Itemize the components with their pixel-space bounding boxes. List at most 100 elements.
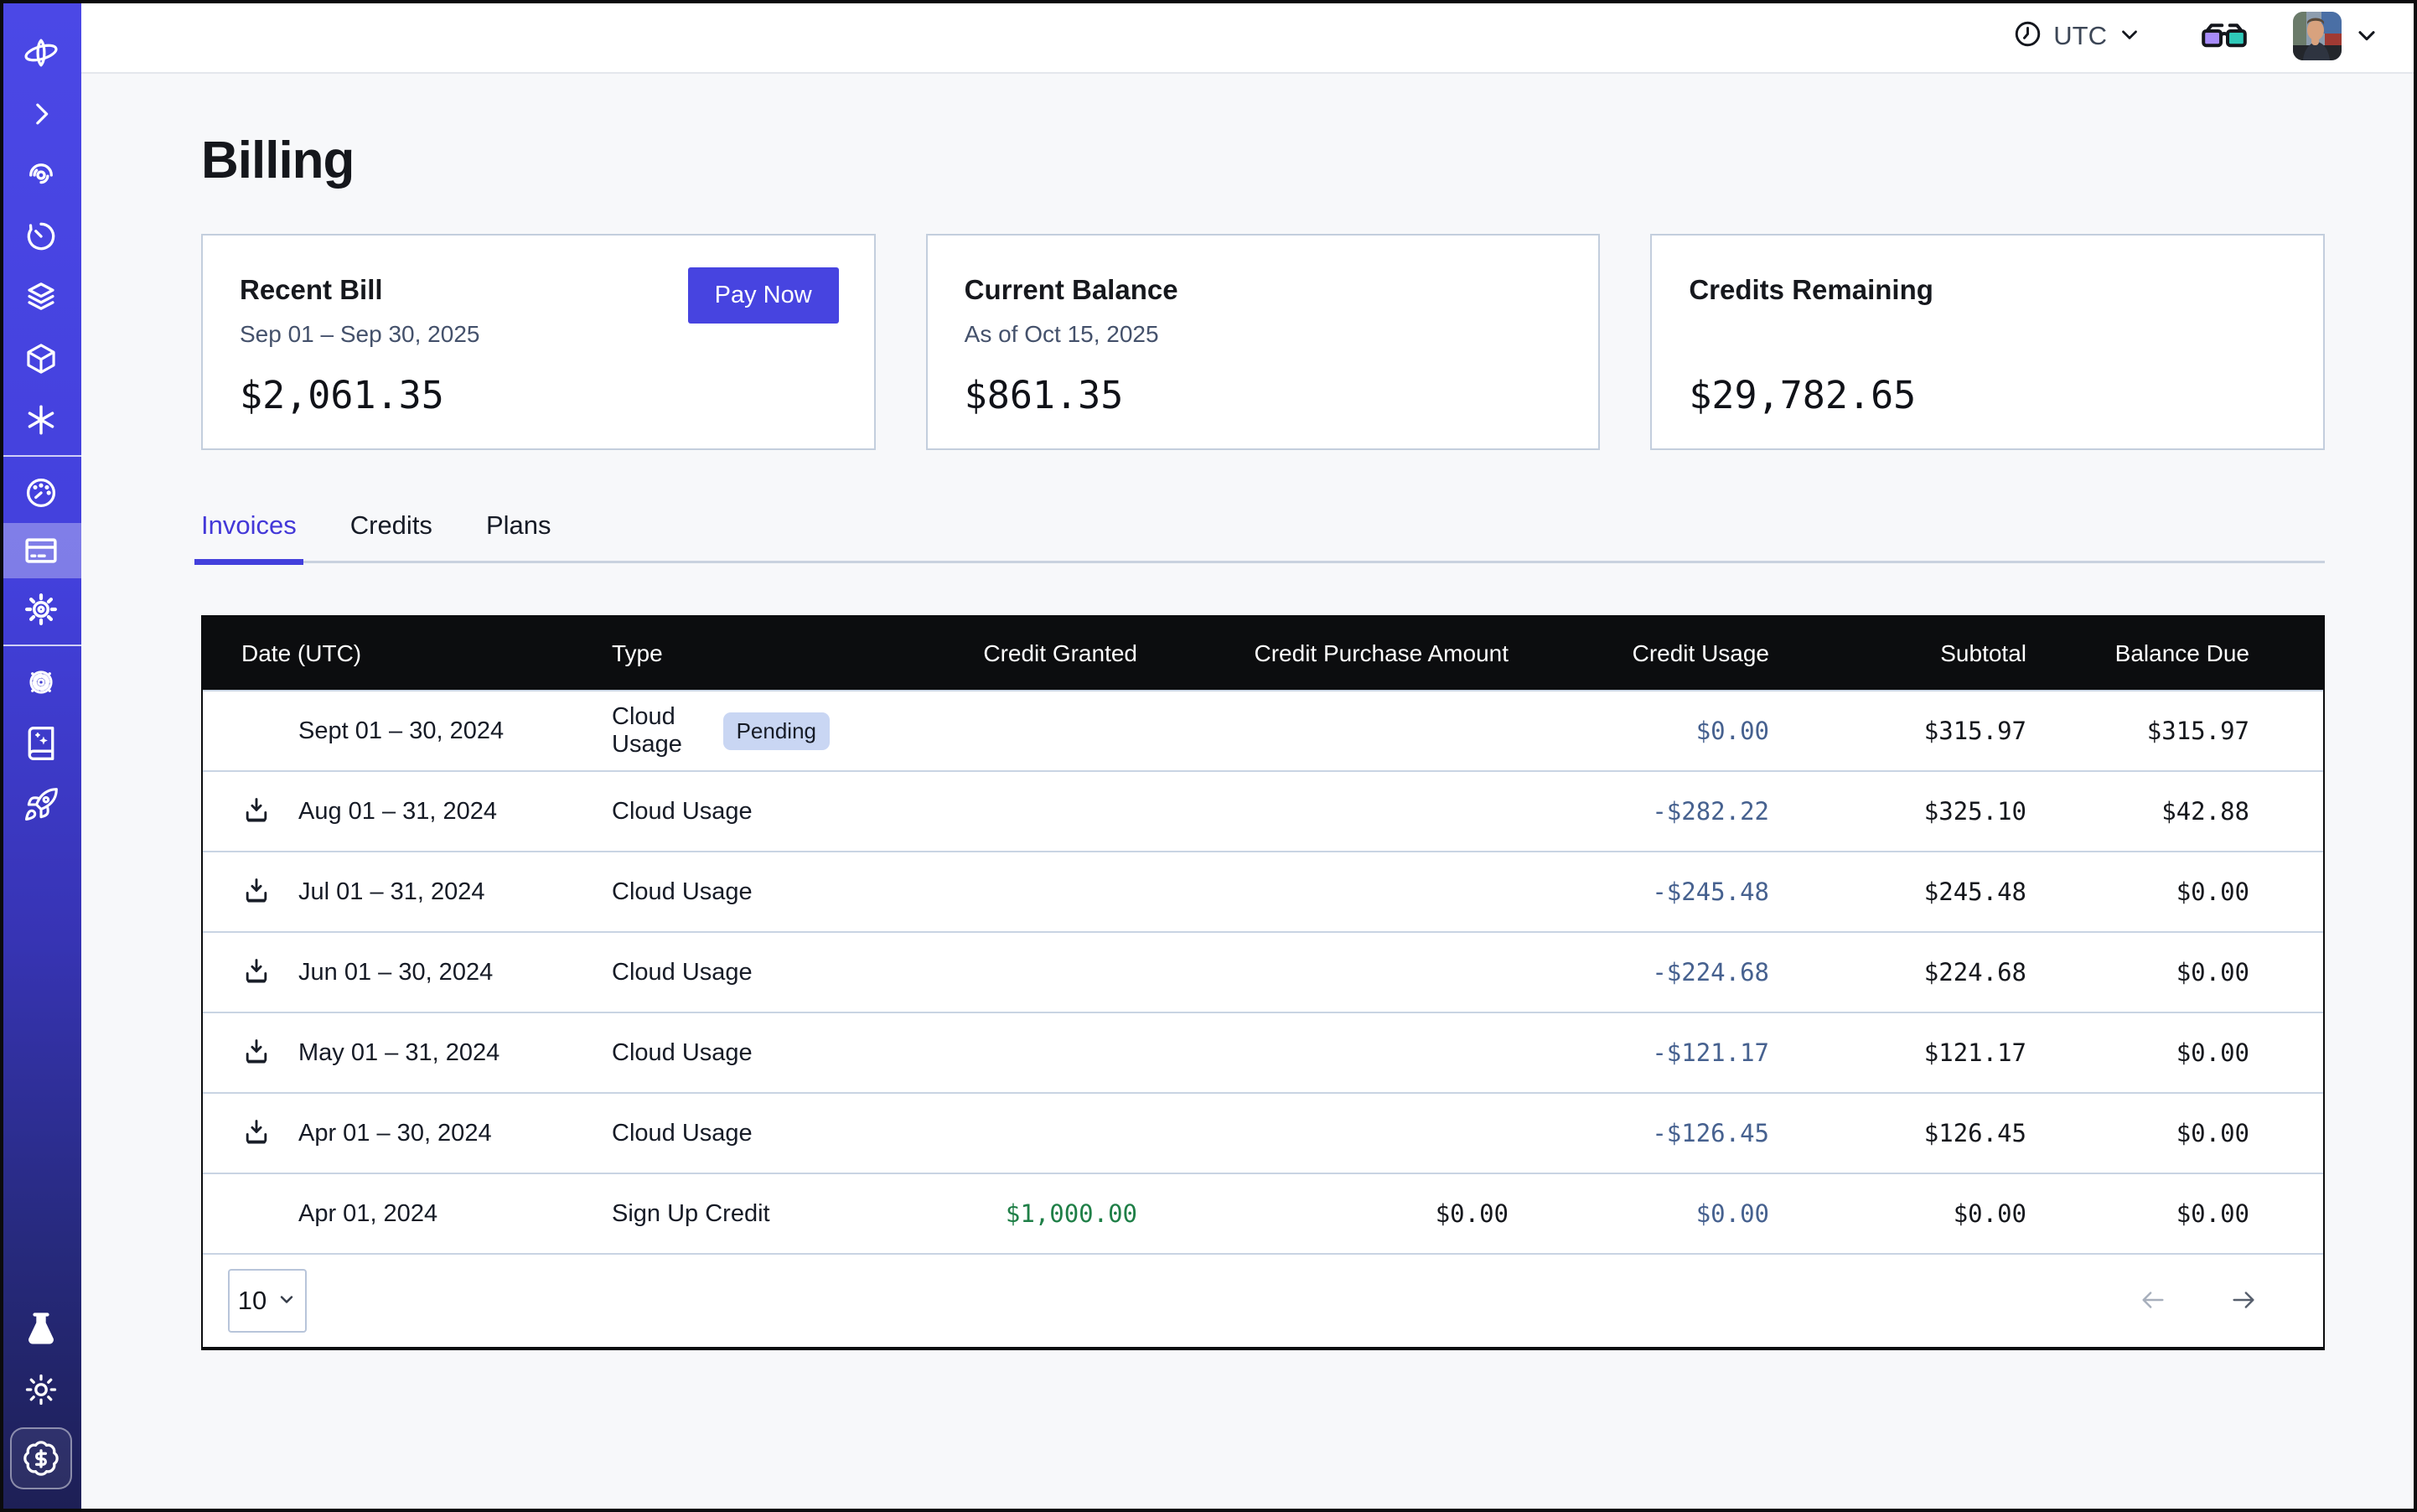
sidebar-item-usage-gauge[interactable] (0, 462, 81, 523)
download-invoice-button[interactable] (241, 1117, 272, 1150)
chevron-down-icon (277, 1286, 297, 1316)
clock-icon (2012, 18, 2043, 54)
recent-bill-amount: $2,061.35 (240, 373, 837, 417)
download-invoice-button[interactable] (241, 956, 272, 989)
pay-now-button[interactable]: Pay Now (688, 267, 839, 324)
download-invoice-button[interactable] (241, 795, 272, 828)
sidebar-divider (0, 455, 81, 457)
orbit-logo-icon (21, 33, 61, 73)
subtotal-value: $121.17 (1769, 1038, 2026, 1067)
flask-icon (23, 1310, 60, 1347)
next-page-button[interactable] (2224, 1286, 2263, 1317)
previous-page-button[interactable] (2134, 1286, 2172, 1317)
credit-usage-value: -$126.45 (1509, 1119, 1769, 1147)
invoice-type: Sign Up Credit (612, 1200, 770, 1228)
summary-cards: Recent Bill Sep 01 – Sep 30, 2025 $2,061… (201, 234, 2325, 450)
tab-invoices[interactable]: Invoices (201, 510, 297, 561)
user-avatar[interactable] (2293, 12, 2342, 60)
account-menu-button[interactable] (2353, 22, 2380, 51)
col-balance-due: Balance Due (2026, 640, 2326, 667)
invoice-date-cell: Jun 01 – 30, 2024 (203, 956, 612, 989)
download-invoice-button[interactable] (241, 876, 272, 909)
balance-due-value: $0.00 (2026, 1199, 2326, 1228)
3d-view-button[interactable] (2201, 21, 2248, 52)
billing-period: Sep 01 – Sep 30, 2025 (240, 321, 837, 350)
sidebar-collapse-button[interactable] (0, 83, 81, 144)
sidebar-item-getting-started[interactable] (0, 774, 81, 835)
recent-bill-card: Recent Bill Sep 01 – Sep 30, 2025 $2,061… (201, 234, 876, 450)
sidebar-item-helm[interactable] (0, 651, 81, 712)
invoice-type-cell: Cloud Usage (612, 798, 830, 826)
sidebar-item-timer[interactable] (0, 205, 81, 267)
credit-usage-value: $0.00 (1509, 717, 1769, 745)
invoice-date-cell: May 01 – 31, 2024 (203, 1037, 612, 1069)
helm-wheel-icon (23, 664, 60, 701)
table-footer: 10 (203, 1253, 2323, 1347)
book-sparkle-icon (23, 725, 60, 762)
chevron-down-icon (2353, 22, 2380, 51)
card-sub-spacer (1689, 321, 2286, 350)
page-size-select[interactable]: 10 (228, 1269, 307, 1333)
sidebar-item-cube[interactable] (0, 328, 81, 389)
sidebar-item-settings[interactable] (0, 578, 81, 639)
sidebar-item-layers[interactable] (0, 267, 81, 328)
balance-due-value: $42.88 (2026, 797, 2326, 826)
main-content: Billing Recent Bill Sep 01 – Sep 30, 202… (81, 75, 2417, 1512)
layers-icon (23, 279, 60, 316)
invoice-type-cell: Cloud Usage (612, 1120, 830, 1147)
invoice-date-cell: Jul 01 – 31, 2024 (203, 876, 612, 909)
invoice-type-cell: Cloud Usage (612, 1039, 830, 1067)
cyclone-icon (23, 157, 60, 194)
status-badge: Pending (723, 712, 830, 750)
col-type: Type (612, 640, 830, 667)
page-size-value: 10 (238, 1286, 267, 1316)
invoice-date-cell: Apr 01 – 30, 2024 (203, 1117, 612, 1150)
col-credit-purchase: Credit Purchase Amount (1137, 640, 1509, 667)
sidebar-item-experiments[interactable] (0, 1297, 81, 1359)
asterisk-icon (23, 401, 60, 438)
invoice-row: Apr 01, 2024Sign Up Credit$1,000.00$0.00… (203, 1173, 2323, 1253)
app-logo[interactable] (0, 22, 81, 83)
invoice-date-cell: Aug 01 – 31, 2024 (203, 795, 612, 828)
invoice-row: Jul 01 – 31, 2024Cloud Usage-$245.48$245… (203, 851, 2323, 931)
invoice-type-cell: Cloud Usage (612, 959, 830, 986)
balance-due-value: $0.00 (2026, 1038, 2326, 1067)
theme-toggle[interactable] (0, 1359, 81, 1420)
credit-granted-value: $1,000.00 (830, 1199, 1137, 1228)
sidebar-item-cyclone[interactable] (0, 144, 81, 205)
table-header-row: Date (UTC) Type Credit Granted Credit Pu… (203, 617, 2323, 690)
cube-icon (23, 341, 59, 376)
sidebar-item-asterisk[interactable] (0, 389, 81, 450)
3d-glasses-icon (2201, 21, 2248, 52)
sun-icon (23, 1371, 60, 1408)
table-body: Sept 01 – 30, 2024Cloud UsagePending$0.0… (203, 690, 2323, 1253)
col-date: Date (UTC) (203, 640, 612, 667)
timezone-label: UTC (2053, 21, 2107, 51)
sidebar-item-docs[interactable] (0, 712, 81, 774)
invoice-type: Cloud Usage (612, 878, 753, 906)
credit-usage-value: $0.00 (1509, 1199, 1769, 1228)
credits-remaining-card: Credits Remaining $29,782.65 (1650, 234, 2325, 450)
invoice-type-cell: Cloud UsagePending (612, 703, 830, 759)
sidebar-item-billing[interactable] (0, 523, 81, 578)
download-invoice-button[interactable] (241, 1037, 272, 1069)
col-subtotal: Subtotal (1769, 640, 2026, 667)
col-credit-granted: Credit Granted (830, 640, 1137, 667)
tab-credits[interactable]: Credits (350, 510, 432, 561)
page-title: Billing (201, 131, 2325, 190)
invoice-row: Aug 01 – 31, 2024Cloud Usage-$282.22$325… (203, 770, 2323, 851)
credit-purchase-value: $0.00 (1137, 1199, 1509, 1228)
invoice-date: Aug 01 – 31, 2024 (298, 798, 497, 826)
invoice-type: Cloud Usage (612, 798, 753, 826)
dollar-badge-box (10, 1427, 72, 1489)
invoice-date: Apr 01, 2024 (298, 1200, 437, 1228)
credits-badge-button[interactable] (0, 1420, 81, 1497)
subtotal-value: $315.97 (1769, 717, 2026, 745)
current-balance-amount: $861.35 (965, 373, 1562, 417)
card-title: Current Balance (965, 274, 1562, 306)
timer-icon (23, 218, 60, 255)
tab-plans[interactable]: Plans (486, 510, 551, 561)
credit-usage-value: -$121.17 (1509, 1038, 1769, 1067)
badge-dollar-icon (22, 1439, 60, 1478)
timezone-selector[interactable]: UTC (2012, 18, 2142, 54)
